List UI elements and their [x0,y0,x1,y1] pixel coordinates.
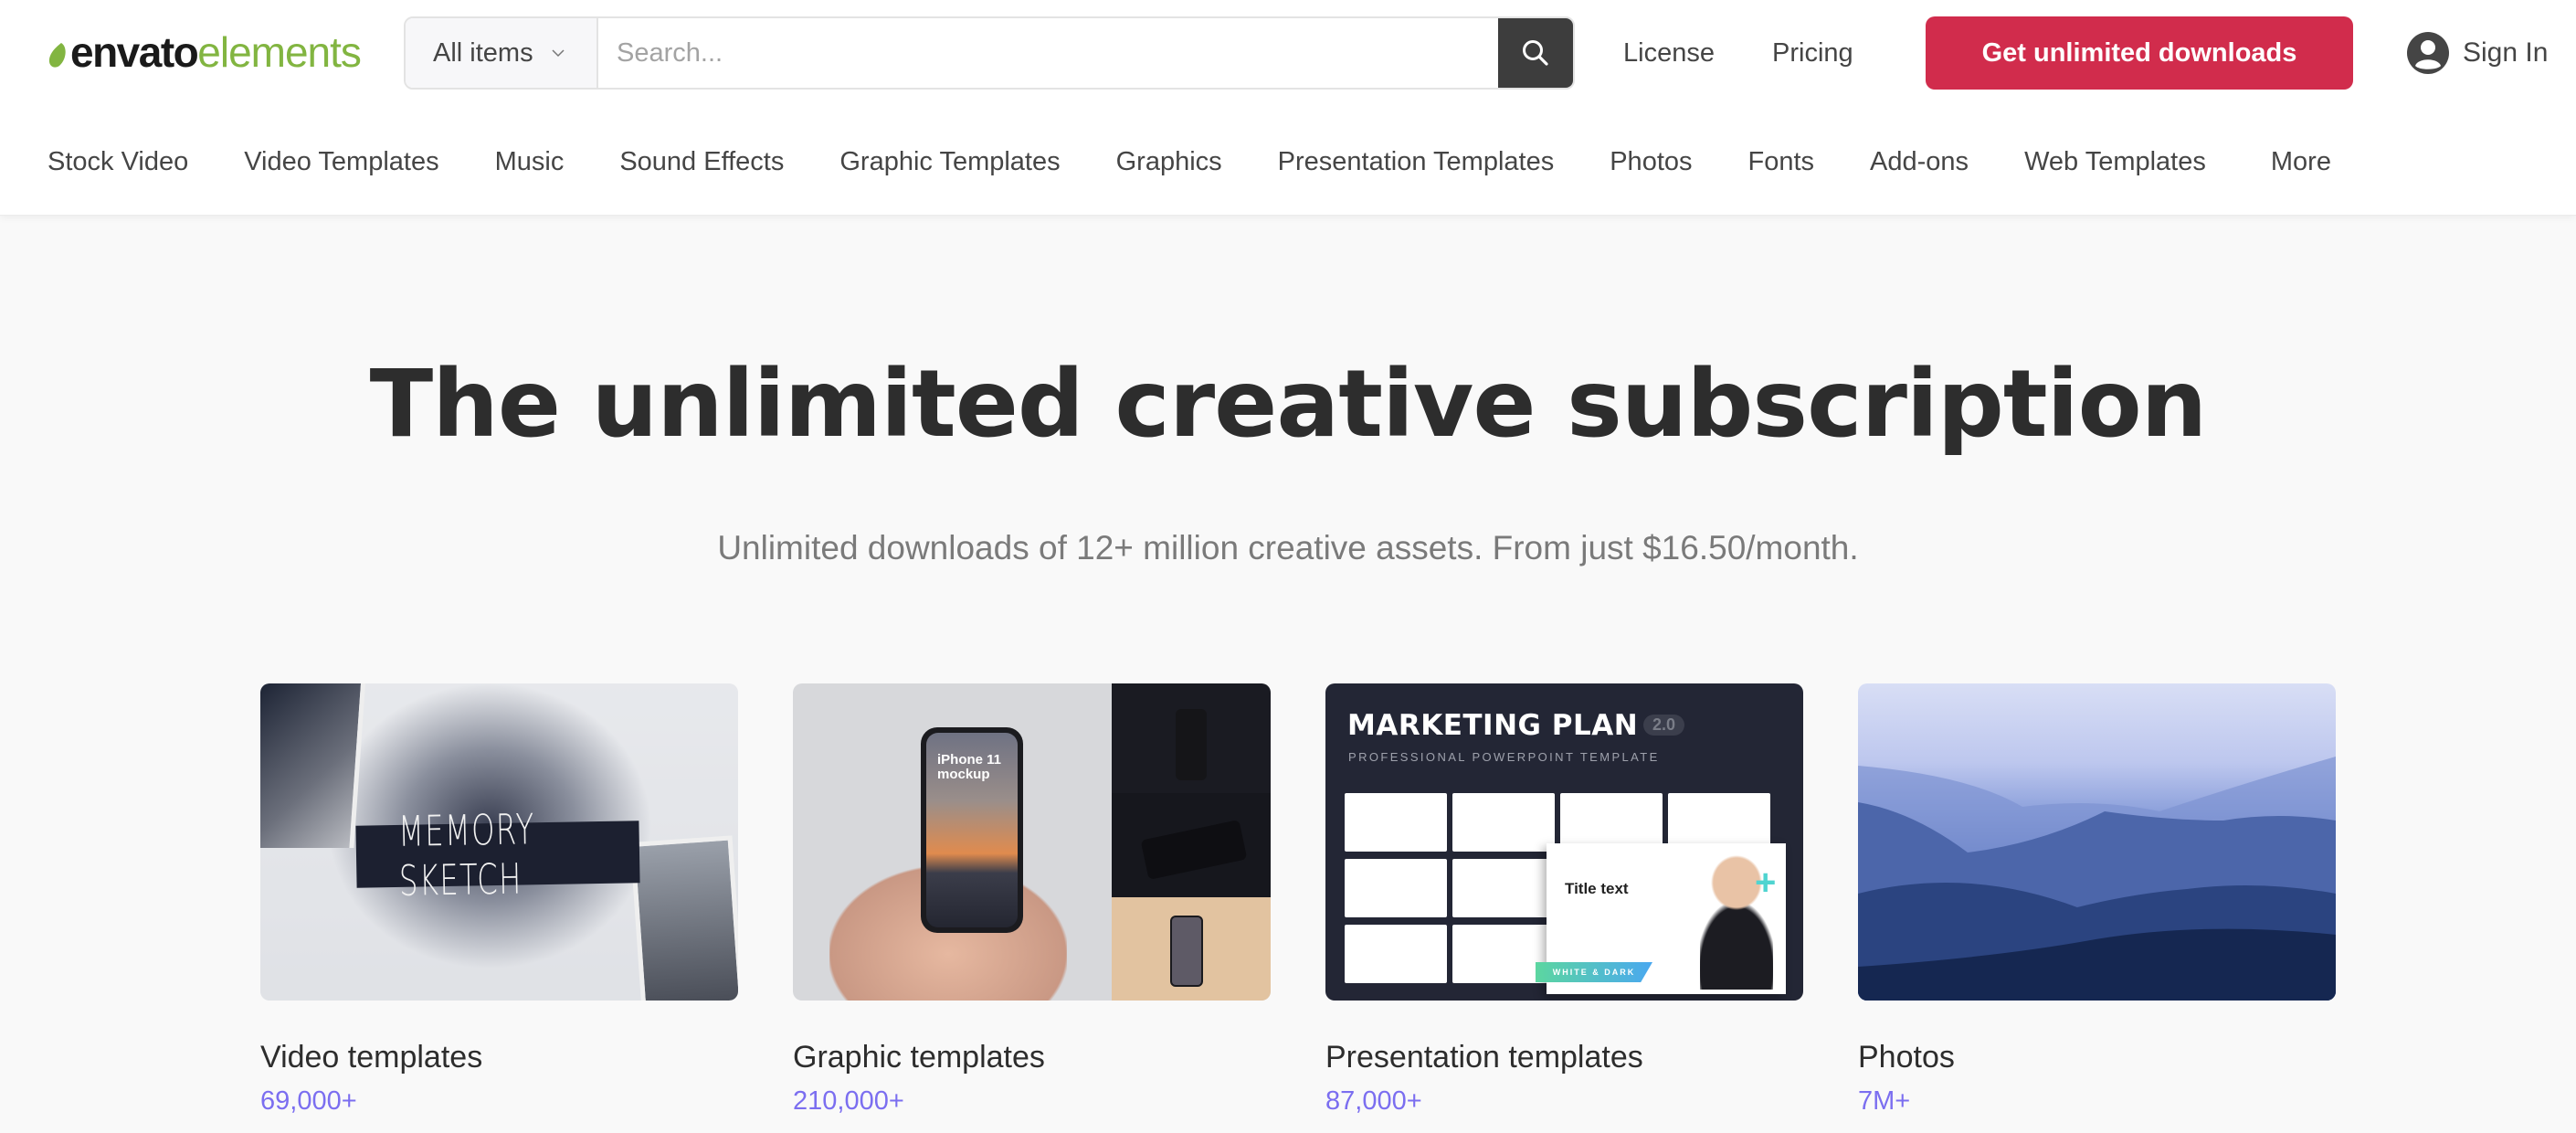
category-card-presentation-templates[interactable]: MARKETING PLAN 2.0 PROFESSIONAL POWERPOI… [1325,683,1803,1117]
category-card-video-templates[interactable]: MEMORY SKETCH Video templates 69,000+ [260,683,738,1117]
category-card-photos[interactable]: Photos 7M+ [1858,683,2336,1117]
thumbnail-subtitle: PROFESSIONAL POWERPOINT TEMPLATE [1348,750,1660,764]
card-thumbnail [1858,683,2336,1001]
nav-item-graphic-templates[interactable]: Graphic Templates [839,147,1060,177]
nav-item-web-templates[interactable]: Web Templates [2024,147,2206,177]
sign-in-label: Sign In [2463,37,2549,68]
thumbnail-panel [1112,793,1271,897]
slide-thumb [1452,859,1555,917]
thumbnail-title: MEMORY SKETCH [397,804,536,905]
search-input[interactable] [598,18,1498,88]
thumbnail-phone: iPhone 11 mockup [921,727,1023,933]
hero-subtitle: Unlimited downloads of 12+ million creat… [717,529,1859,566]
category-dropdown-label: All items [433,37,533,68]
card-title: Graphic templates [793,1040,1045,1075]
card-thumbnail: MARKETING PLAN 2.0 PROFESSIONAL POWERPOI… [1325,683,1803,1001]
nav-item-presentation-templates[interactable]: Presentation Templates [1278,147,1555,177]
nav-item-stock-video[interactable]: Stock Video [48,147,188,177]
card-count: 87,000+ [1325,1086,1422,1116]
hero-title: The unlimited creative subscription [369,350,2208,459]
nav-item-more[interactable]: More [2271,147,2331,177]
thumbnail-title: MARKETING PLAN [1347,709,1639,742]
thumbnail-title-band: MEMORY SKETCH [355,804,640,905]
slide-thumb [1345,859,1447,917]
search-button[interactable] [1498,18,1573,88]
card-title: Photos [1858,1040,1955,1075]
search-bar: All items [404,16,1575,90]
envato-elements-logo[interactable]: envato elements [48,28,362,76]
thumbnail-photo [260,683,365,848]
user-avatar-icon [2407,32,2449,74]
search-icon [1523,40,1548,66]
logo-text-envato: envato [70,28,199,76]
thumbnail-panel [1112,683,1271,793]
site-header: envato elements All items License Pricin… [0,0,2576,216]
category-dropdown[interactable]: All items [406,18,598,88]
thumbnail-title: iPhone 11 mockup [937,752,1002,782]
nav-item-fonts[interactable]: Fonts [1748,147,1815,177]
mountain-silhouettes [1858,757,2336,1001]
nav-item-add-ons[interactable]: Add-ons [1870,147,1969,177]
leaf-icon [48,43,66,68]
get-unlimited-downloads-button[interactable]: Get unlimited downloads [1926,16,2353,90]
nav-item-video-templates[interactable]: Video Templates [244,147,438,177]
nav-item-photos[interactable]: Photos [1610,147,1692,177]
card-count: 210,000+ [793,1086,904,1116]
thumbnail-tag: WHITE & DARK [1536,962,1652,982]
plus-decoration-icon: + [1755,863,1777,903]
slide-thumb [1452,793,1555,852]
card-thumbnail: iPhone 11 mockup [793,683,1271,1001]
thumbnail-badge: 2.0 [1643,715,1685,736]
license-link[interactable]: License [1623,33,1715,73]
pricing-link[interactable]: Pricing [1772,33,1853,73]
featured-slide-title: Title text [1565,880,1629,897]
slide-thumb [1345,793,1447,852]
card-thumbnail: MEMORY SKETCH [260,683,738,1001]
logo-text-elements: elements [197,28,362,76]
card-title: Presentation templates [1325,1040,1643,1075]
thumbnail-panel [1112,897,1271,1001]
nav-item-graphics[interactable]: Graphics [1116,147,1222,177]
card-count: 69,000+ [260,1086,357,1116]
card-count: 7M+ [1858,1086,1911,1116]
category-nav: Stock Video Video Templates Music Sound … [48,139,2387,185]
chevron-down-icon [552,49,565,58]
slide-thumb [1345,925,1447,983]
nav-item-sound-effects[interactable]: Sound Effects [619,147,784,177]
card-title: Video templates [260,1040,483,1075]
nav-item-music[interactable]: Music [495,147,565,177]
thumbnail-photo [629,835,738,1001]
sign-in-button[interactable]: Sign In [2406,29,2548,77]
category-card-graphic-templates[interactable]: iPhone 11 mockup Graphic templates 210,0… [793,683,1271,1117]
